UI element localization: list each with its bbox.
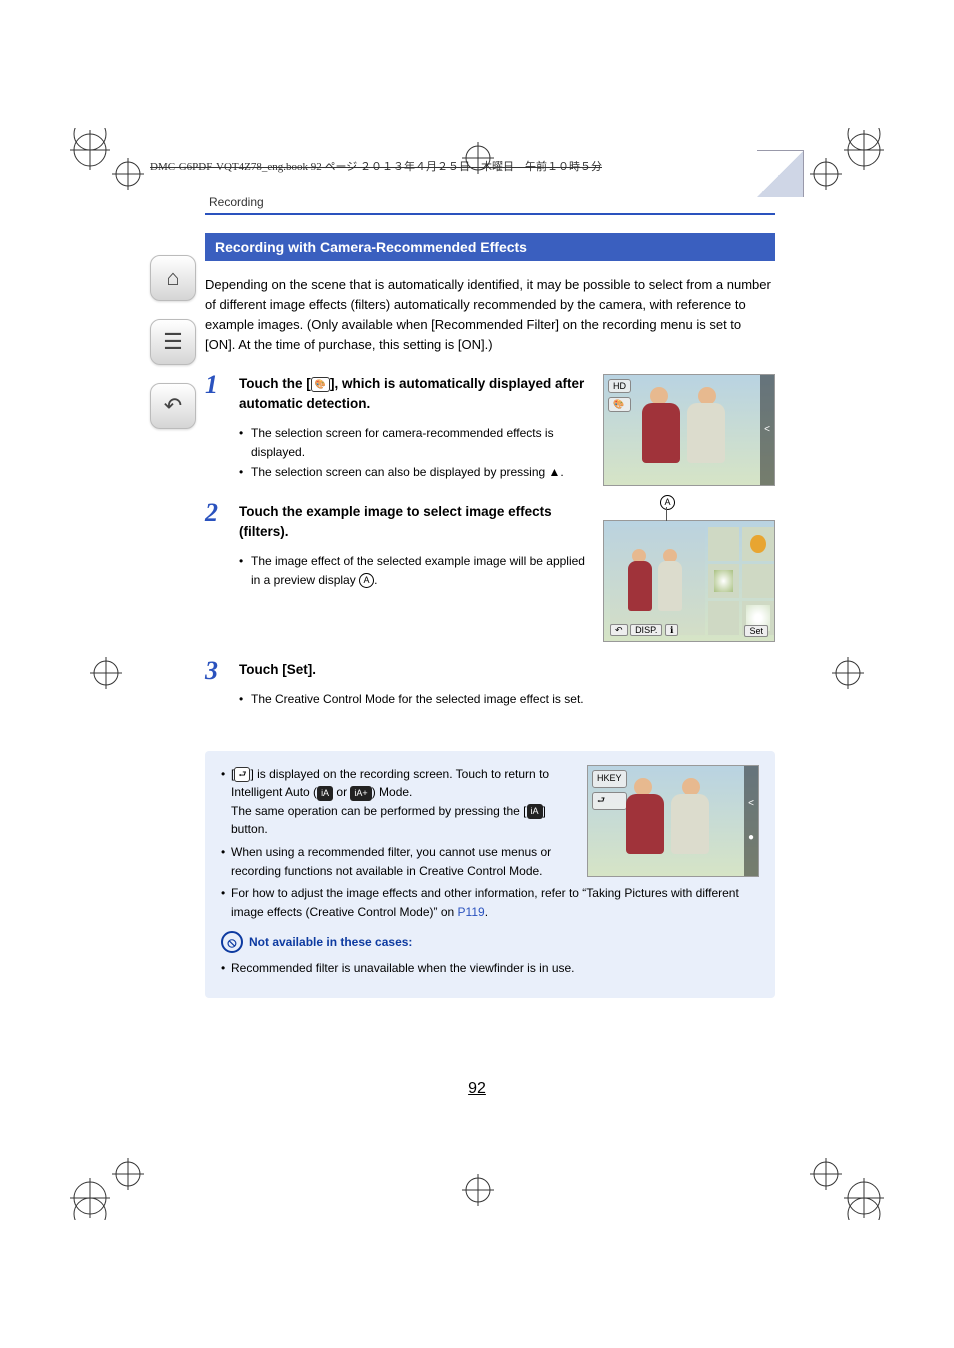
intro-paragraph: Depending on the scene that is automatic… [205, 275, 775, 356]
overlay-hd-icon: HD [608, 379, 631, 393]
page-link-p119[interactable]: P119 [458, 905, 485, 919]
toc-icon[interactable]: ☰ [150, 319, 196, 365]
home-icon[interactable]: ⌂ [150, 255, 196, 301]
example-image-step2: A ↶ DISP [603, 520, 775, 642]
chevron-left-icon: < [764, 424, 770, 435]
info-bullet: When using a recommended filter, you can… [221, 843, 575, 880]
crop-mark-top-left [68, 128, 148, 208]
step-bullet: The selection screen for camera-recommen… [239, 424, 591, 461]
crop-mark-bottom-right [806, 1140, 886, 1220]
thumb-disp-button: DISP. [630, 624, 662, 636]
crop-mark-mid-right [830, 655, 866, 691]
info-box: [⮐] is displayed on the recording screen… [205, 751, 775, 998]
crop-mark-mid-left [88, 655, 124, 691]
overlay-hkey-icon: HKEY [592, 770, 627, 788]
crop-mark-top-right [806, 128, 886, 208]
section-rule [205, 213, 775, 215]
step-number: 2 [205, 500, 239, 526]
ia-icon: iA [317, 786, 333, 801]
section-label: Recording [205, 195, 775, 209]
thumb-set-button: Set [744, 625, 768, 637]
overlay-palette-icon: 🎨 [608, 397, 631, 412]
headline: Recording with Camera-Recommended Effect… [205, 233, 775, 261]
step-bullet: The selection screen can also be display… [239, 463, 591, 482]
dot-icon: ● [748, 830, 754, 846]
example-image-info: HKEY ⮐ < ● [587, 765, 759, 877]
info-bullet: Recommended filter is unavailable when t… [221, 959, 759, 978]
ia-plus-icon: iA+ [350, 786, 371, 801]
sidebar-nav: ⌂ ☰ ↶ [150, 255, 196, 429]
step-title: Touch [Set]. [239, 660, 775, 680]
step-title: Touch the example image to select image … [239, 502, 591, 543]
palette-icon: 🎨 [311, 377, 330, 392]
step-number: 3 [205, 658, 239, 684]
chevron-left-icon: < [748, 796, 754, 812]
step-bullet: The Creative Control Mode for the select… [239, 690, 775, 709]
step-bullet: The image effect of the selected example… [239, 552, 591, 589]
thumb-info-button: ℹ [665, 624, 678, 636]
crop-mark-bottom-center [460, 1172, 496, 1208]
info-bullet: For how to adjust the image effects and … [221, 884, 759, 921]
thumb-back-button: ↶ [610, 624, 628, 636]
unavailable-heading: Not available in these cases: [221, 931, 759, 953]
crop-mark-bottom-left [68, 1140, 148, 1220]
running-head: DMC-G6PDF-VQT4Z78_eng.book 92 ページ ２０１３年４… [150, 158, 804, 174]
return-icon: ⮐ [234, 767, 250, 782]
callout-marker-a: A [660, 495, 675, 510]
ia-button-icon: iA [527, 804, 543, 819]
callout-marker-a: A [359, 573, 374, 588]
example-image-step1: HD 🎨 < [603, 374, 775, 486]
page-number: 92 [0, 1080, 954, 1098]
overlay-return-icon: ⮐ [592, 792, 627, 810]
step-number: 1 [205, 372, 239, 398]
back-icon[interactable]: ↶ [150, 383, 196, 429]
info-bullet: [⮐] is displayed on the recording screen… [221, 765, 575, 839]
prohibited-icon [221, 931, 243, 953]
step-title: Touch the [🎨], which is automatically di… [239, 374, 591, 415]
